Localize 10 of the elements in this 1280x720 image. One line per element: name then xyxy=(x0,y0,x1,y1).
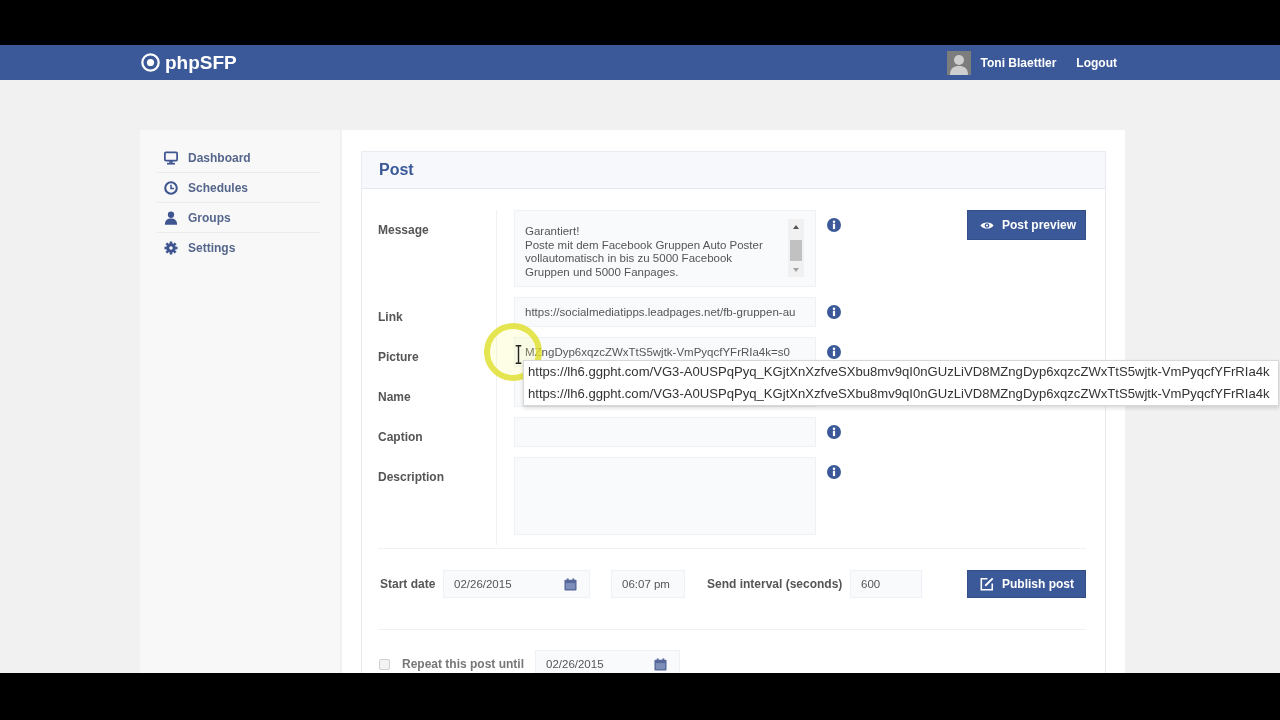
send-interval-label: Send interval (seconds) xyxy=(707,577,844,591)
field-label: Description xyxy=(378,470,444,484)
repeat-label: Repeat this post until xyxy=(402,657,524,671)
panel-title: Post xyxy=(379,161,414,179)
field-label: Link xyxy=(378,310,403,324)
start-date-label: Start date xyxy=(380,577,437,591)
field-label: Message xyxy=(378,223,429,237)
field-label: Caption xyxy=(378,430,423,444)
field-label: Name xyxy=(378,390,411,404)
field-label: Picture xyxy=(378,350,419,364)
